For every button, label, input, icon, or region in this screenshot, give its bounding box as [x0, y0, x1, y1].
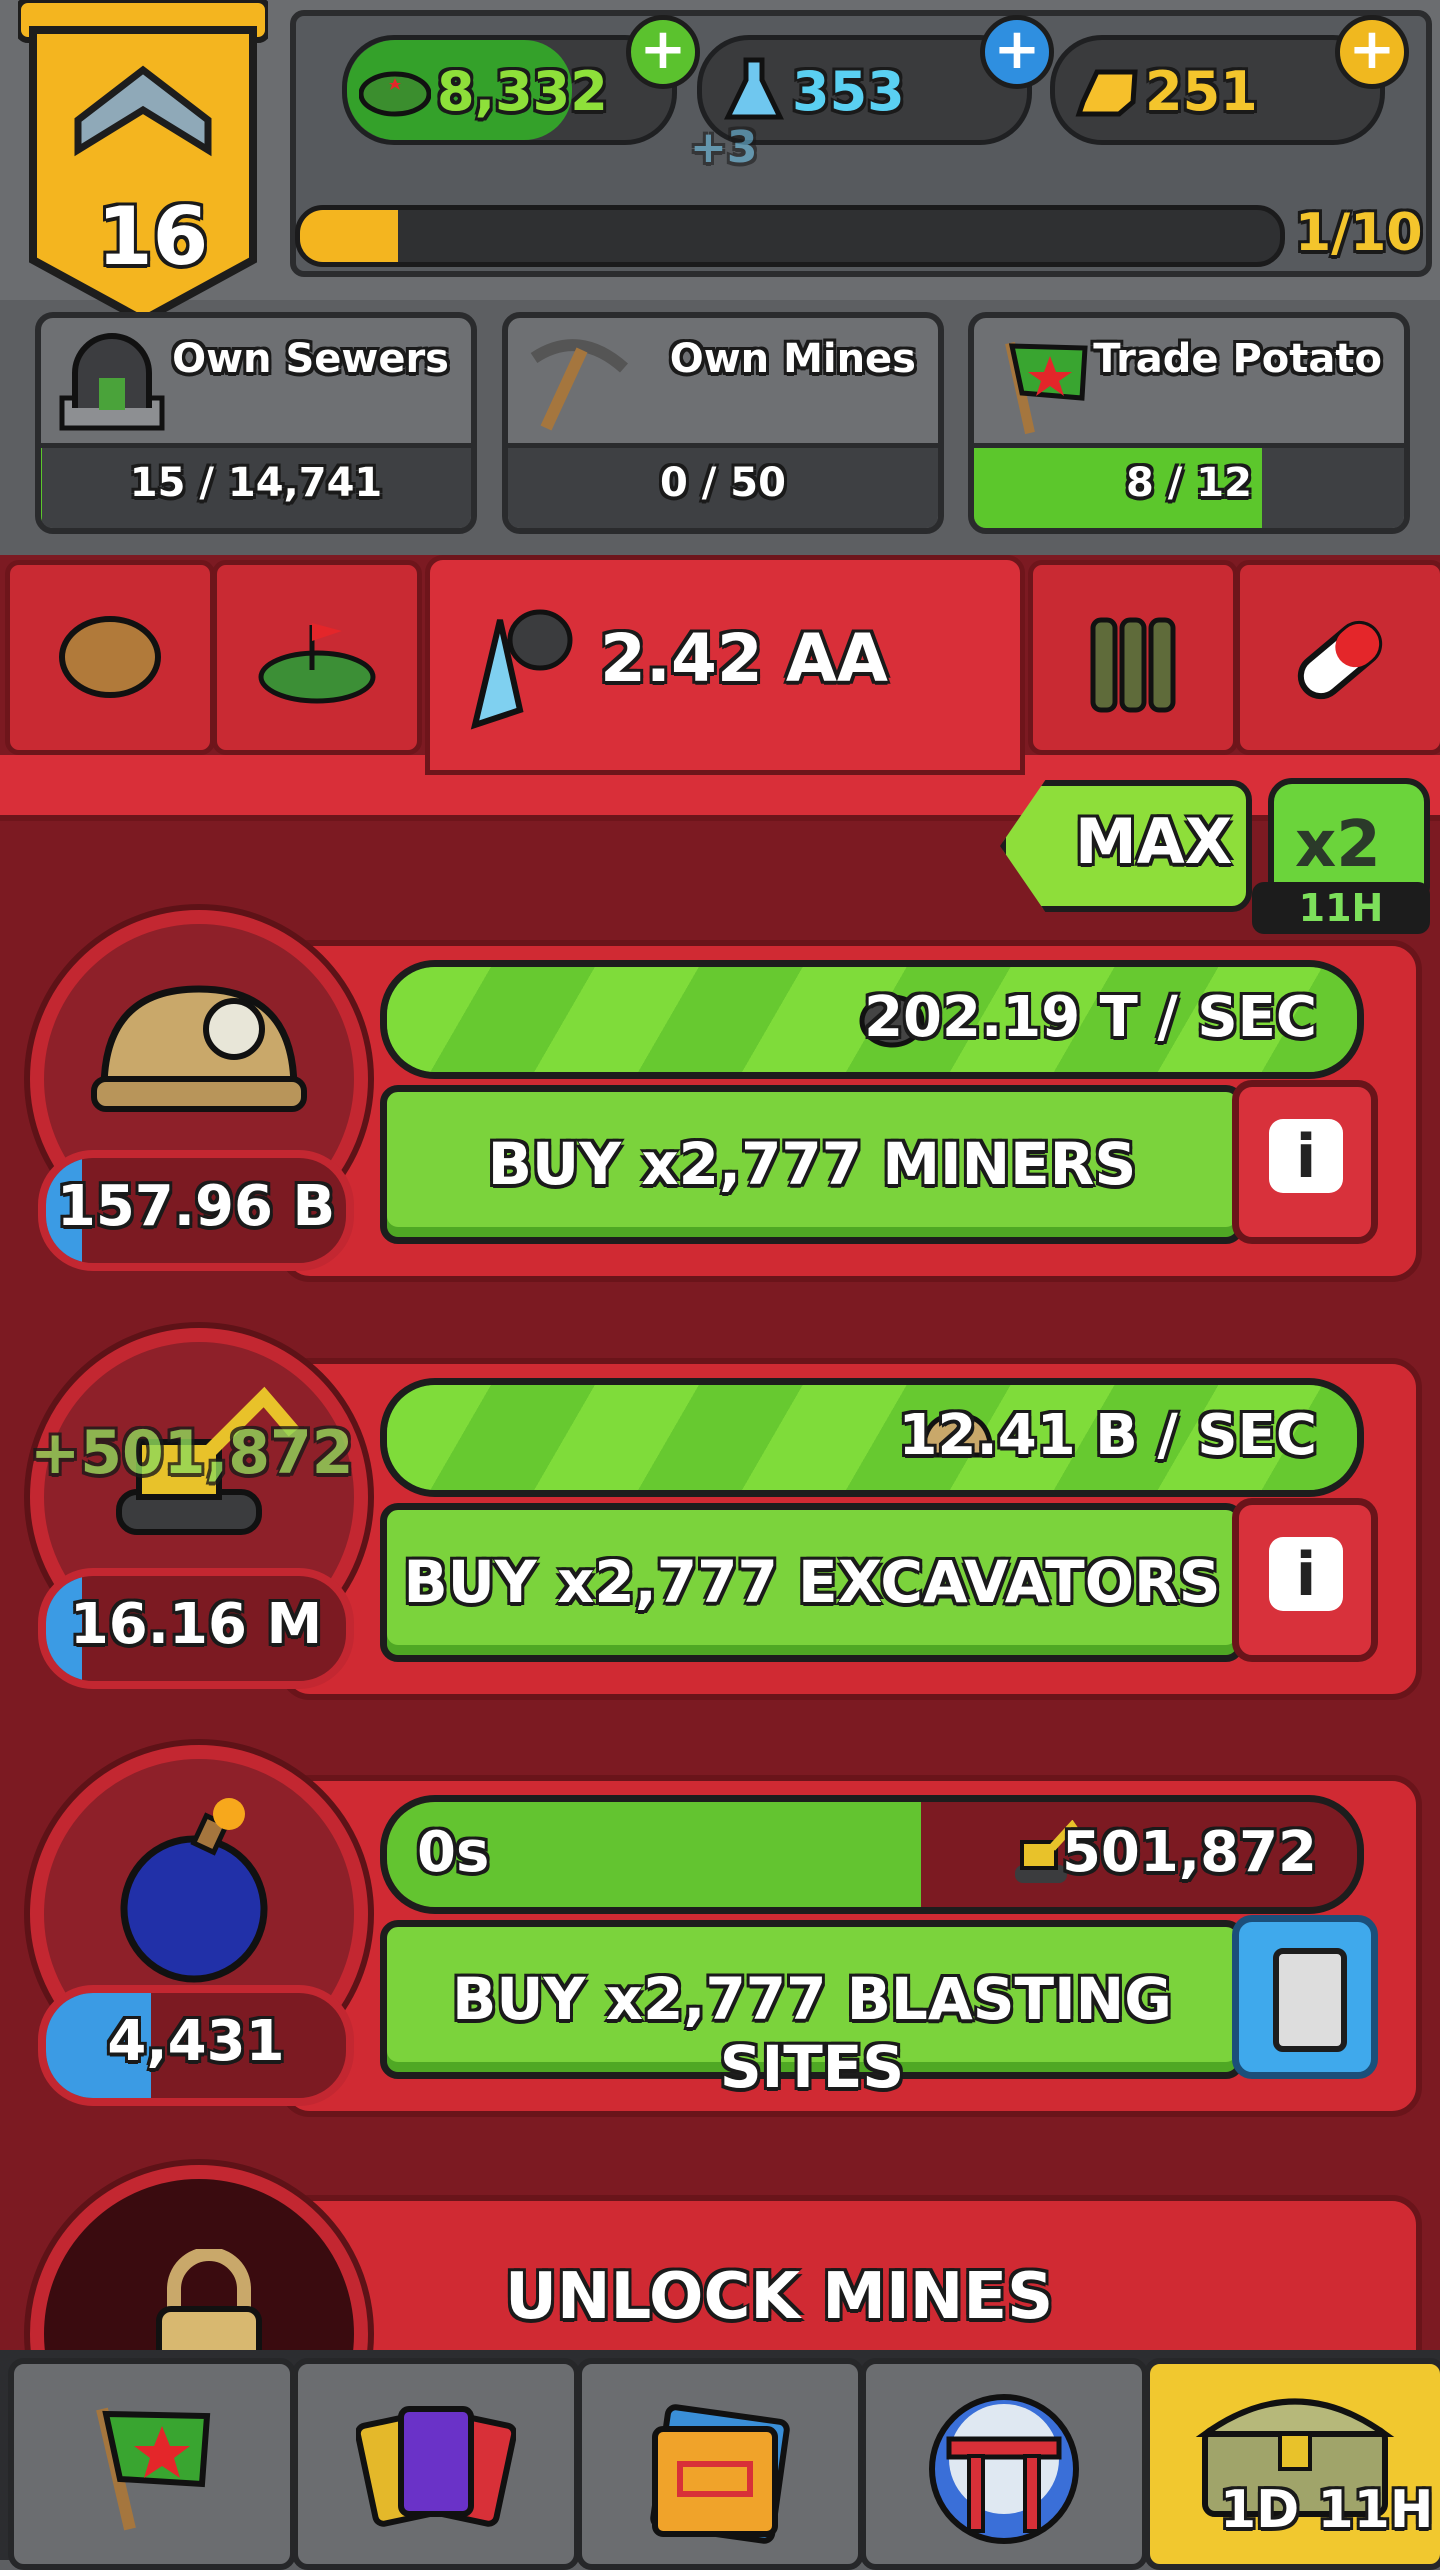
achievement-trade-potato[interactable]: Trade Potato 8 / 12 [968, 312, 1410, 534]
blasting-count-bar: 4,431 [38, 1985, 354, 2106]
flask-icon [724, 55, 784, 125]
blasting-timer: 0s [417, 1820, 489, 1885]
excavators-rate-bar: 12.41 B / SEC [380, 1378, 1364, 1497]
achievement-own-sewers[interactable]: Own Sewers 15 / 14,741 [35, 312, 477, 534]
chest-timer: 1D 11H [1220, 2480, 1433, 2540]
ammo-icon [1088, 600, 1178, 720]
add-cash-button[interactable]: + [626, 15, 700, 89]
potato-icon [55, 605, 165, 705]
miners-rate: 202.19 T / SEC [864, 985, 1317, 1050]
flag-icon [990, 328, 1100, 438]
tab-potato[interactable] [5, 560, 215, 755]
max-label: MAX [1075, 805, 1232, 878]
tab-land[interactable] [212, 560, 422, 755]
nav-trade[interactable] [8, 2358, 296, 2570]
buy-excavators-label: BUY x2,777 EXCAVATORS [387, 1548, 1237, 1616]
blasting-card-button[interactable] [1232, 1915, 1378, 2079]
buy-miners-label: BUY x2,777 MINERS [387, 1130, 1237, 1198]
buy-blasting-label: BUY x2,777 BLASTING SITES [387, 1965, 1237, 2101]
miners-count: 157.96 B [46, 1174, 346, 1239]
multiplier-label: x2 [1295, 808, 1381, 882]
player-level: 16 [97, 190, 208, 283]
resource-tabs: 2.42 AA [0, 560, 1440, 770]
green-cap-icon [359, 58, 431, 118]
generator-row-blasting-sites: 4,431 0s 501,872 BUY x2,777 BLASTING SIT… [0, 1745, 1440, 2125]
excavators-count: 16.16 M [46, 1592, 346, 1657]
floating-gain: +3 [690, 122, 757, 173]
excavators-rate: 12.41 B / SEC [899, 1403, 1317, 1468]
bomb-icon [104, 1789, 294, 1989]
generator-row-miners: 157.96 B 202.19 T / SEC BUY x2,777 MINER… [0, 910, 1440, 1290]
excavators-count-bar: 16.16 M [38, 1568, 354, 1689]
buy-miners-button[interactable]: BUY x2,777 MINERS [380, 1085, 1244, 1244]
blasting-progress-bar: 0s 501,872 [380, 1795, 1364, 1914]
miner-helmet-icon [84, 959, 314, 1149]
xp-bar [295, 205, 1285, 267]
nav-cards[interactable] [292, 2358, 580, 2570]
xp-progress: 1/10 [1295, 203, 1423, 263]
tab-mines[interactable]: 2.42 AA [425, 555, 1025, 775]
achievement-title: Own Sewers [172, 336, 449, 382]
achievement-progress: 15 / 14,741 [41, 460, 471, 506]
tab-pill[interactable] [1235, 560, 1440, 755]
gold-bar-icon [1075, 62, 1141, 118]
blasting-count: 4,431 [46, 2009, 346, 2074]
excavators-info-button[interactable]: i [1232, 1498, 1378, 1662]
nav-shrine[interactable] [860, 2358, 1148, 2570]
gold-value: 251 [1145, 60, 1258, 123]
excavators-popup: +501,872 [30, 1418, 354, 1488]
mine-total: 2.42 AA [600, 620, 888, 697]
sewer-icon [57, 328, 167, 438]
xp-fill [300, 210, 398, 262]
serum-value: 353 [792, 60, 905, 123]
shrine-icon [924, 2384, 1084, 2554]
miners-info-button[interactable]: i [1232, 1080, 1378, 1244]
buy-blasting-sites-button[interactable]: BUY x2,777 BLASTING SITES [380, 1920, 1244, 2079]
ore-flask-icon [455, 600, 575, 740]
miners-count-bar: 157.96 B [38, 1150, 354, 1271]
achievement-own-mines[interactable]: Own Mines 0 / 50 [502, 312, 944, 534]
achievement-progress: 0 / 50 [508, 460, 938, 506]
unlock-mines-label: UNLOCK MINES [505, 2260, 1053, 2334]
add-gold-button[interactable]: + [1335, 15, 1409, 89]
achievement-progress: 8 / 12 [974, 460, 1404, 506]
card-icon [1273, 1948, 1347, 2052]
flag-icon [82, 2394, 222, 2534]
cash-value: 8,332 [437, 60, 608, 123]
generator-row-excavators: +501,872 16.16 M 12.41 B / SEC BUY x2,77… [0, 1328, 1440, 1708]
nav-missions[interactable] [576, 2358, 864, 2570]
pill-icon [1285, 605, 1395, 715]
blasting-yield: 501,872 [1062, 1820, 1317, 1885]
cards-icon [356, 2394, 516, 2534]
achievement-title: Trade Potato [1093, 336, 1382, 382]
info-icon: i [1269, 1537, 1343, 1611]
achievement-title: Own Mines [670, 336, 916, 382]
buy-excavators-button[interactable]: BUY x2,777 EXCAVATORS [380, 1503, 1244, 1662]
tab-ammo[interactable] [1028, 560, 1238, 755]
land-icon [257, 605, 377, 705]
add-serum-button[interactable]: + [980, 15, 1054, 89]
info-icon: i [1269, 1119, 1343, 1193]
folder-icon [640, 2394, 800, 2544]
pickaxe-icon [524, 328, 634, 438]
miners-rate-bar: 202.19 T / SEC [380, 960, 1364, 1079]
